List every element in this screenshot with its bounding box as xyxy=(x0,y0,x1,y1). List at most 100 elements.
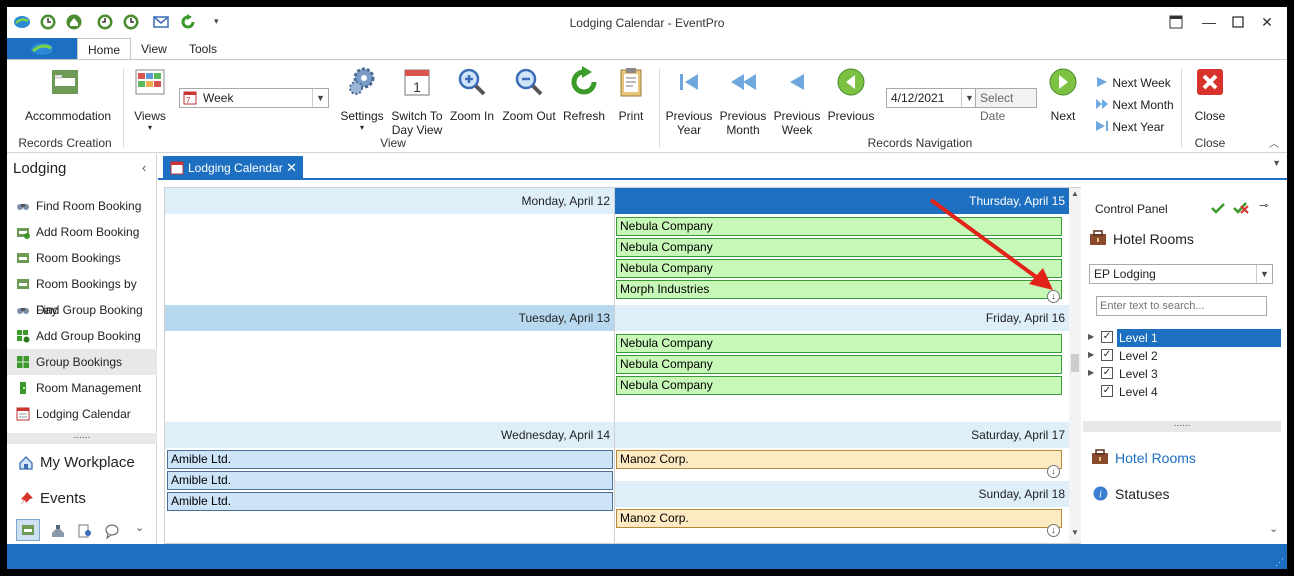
collapse-ribbon-icon[interactable]: ︿ xyxy=(1269,135,1279,150)
day-header-sunday[interactable]: Sunday, April 18 xyxy=(615,481,1069,507)
chevron-down-icon[interactable]: ▼ xyxy=(1256,265,1272,283)
day-header-wednesday[interactable]: Wednesday, April 14 xyxy=(165,422,614,448)
nav-item-add-room-booking[interactable]: Add Room Booking xyxy=(7,219,157,245)
scroll-thumb[interactable] xyxy=(1071,354,1079,372)
appointment-sunday-1[interactable]: Manoz Corp. xyxy=(616,509,1062,528)
nav-item-room-management[interactable]: Room Management xyxy=(7,375,157,401)
tab-view[interactable]: View xyxy=(131,38,177,60)
collapse-nav-icon[interactable]: ‹ xyxy=(142,160,146,175)
pushpin-icon xyxy=(20,492,33,505)
day-header-friday[interactable]: Friday, April 16 xyxy=(615,305,1069,331)
tab-lodging-calendar[interactable]: Lodging Calendar ✕ xyxy=(163,156,303,180)
switch-to-day-view-button[interactable]: 1 Switch To Day View xyxy=(391,66,443,137)
view-type-select[interactable]: 7 Week ▼ xyxy=(179,88,329,108)
close-window-button[interactable]: ✕ xyxy=(1258,13,1276,31)
lodging-select[interactable]: EP Lodging ▼ xyxy=(1089,264,1273,284)
nav-item-label: Find Room Booking xyxy=(36,199,142,213)
print-button[interactable]: Print xyxy=(611,66,651,123)
nav-item-add-group-booking[interactable]: Add Group Booking xyxy=(7,323,157,349)
close-tab-icon[interactable]: ✕ xyxy=(286,156,297,180)
day-header-monday[interactable]: Monday, April 12 xyxy=(165,188,614,214)
resize-grip-icon[interactable]: ⋰ xyxy=(1275,557,1284,568)
previous-week-button[interactable]: Previous Week xyxy=(771,66,823,137)
check-all-icon[interactable] xyxy=(1211,202,1225,214)
more-shortcuts-icon[interactable]: ⌄ xyxy=(135,521,144,534)
date-picker[interactable]: 4/12/2021 ▼ xyxy=(886,88,978,108)
control-panel-splitter[interactable]: ...... xyxy=(1083,419,1281,432)
tab-home[interactable]: Home xyxy=(77,38,132,60)
appointment-friday-2[interactable]: Nebula Company xyxy=(616,355,1062,374)
previous-button[interactable]: Previous xyxy=(825,66,877,123)
next-month-button[interactable]: Next Month xyxy=(1095,98,1174,112)
previous-year-button[interactable]: Previous Year xyxy=(663,66,715,137)
nav-splitter[interactable]: ...... xyxy=(7,431,157,444)
select-date-button[interactable]: Select Date xyxy=(975,88,1037,123)
control-panel-scroll-down-icon[interactable]: ⌄ xyxy=(1269,522,1278,535)
nav-events[interactable]: Events xyxy=(7,484,157,514)
nav-item-find-room-booking[interactable]: Find Room Booking xyxy=(7,193,157,219)
level-1-checkbox[interactable]: ✓ xyxy=(1101,331,1113,343)
level-3-label[interactable]: Level 3 xyxy=(1117,365,1281,383)
nav-item-room-bookings[interactable]: Room Bookings xyxy=(7,245,157,271)
contacts-icon[interactable] xyxy=(77,523,93,539)
appointment-wednesday-3[interactable]: Amible Ltd. xyxy=(167,492,613,511)
appointment-wednesday-1[interactable]: Amible Ltd. xyxy=(167,450,613,469)
appointment-wednesday-2[interactable]: Amible Ltd. xyxy=(167,471,613,490)
settings-button[interactable]: Settings ▾ xyxy=(337,66,387,132)
restore-layout-icon[interactable] xyxy=(1167,13,1185,31)
scroll-down-icon[interactable]: ▼ xyxy=(1069,528,1081,540)
hotel-rooms-link[interactable]: Hotel Rooms xyxy=(1115,450,1196,466)
search-input[interactable] xyxy=(1096,296,1267,316)
level-4-label[interactable]: Level 4 xyxy=(1117,383,1281,401)
venue-icon[interactable] xyxy=(50,523,66,539)
zoom-out-button[interactable]: Zoom Out xyxy=(502,66,556,123)
tab-tools[interactable]: Tools xyxy=(179,38,227,60)
zoom-in-button[interactable]: Zoom In xyxy=(449,66,495,123)
expand-level-2-icon[interactable]: ▶ xyxy=(1088,350,1094,359)
calendar-icon xyxy=(170,161,184,175)
chat-bubble-icon[interactable] xyxy=(104,523,120,539)
level-1-label[interactable]: Level 1 xyxy=(1117,329,1281,347)
group-divider xyxy=(659,68,660,148)
minimize-button[interactable]: — xyxy=(1200,13,1218,31)
nav-item-find-group-booking[interactable]: Find Group Booking xyxy=(7,297,157,323)
previous-month-button[interactable]: Previous Month xyxy=(717,66,769,137)
views-button[interactable]: Views ▾ xyxy=(133,66,167,132)
nav-my-workplace[interactable]: My Workplace xyxy=(7,448,157,478)
appointment-saturday-1[interactable]: Manoz Corp. xyxy=(616,450,1062,469)
next-week-button[interactable]: Next Week xyxy=(1095,76,1171,90)
next-year-button[interactable]: Next Year xyxy=(1095,120,1164,134)
refresh-button[interactable]: Refresh xyxy=(561,66,607,123)
nav-item-group-bookings[interactable]: Group Bookings xyxy=(7,349,157,375)
expand-level-3-icon[interactable]: ▶ xyxy=(1088,368,1094,377)
more-appointments-saturday-icon[interactable]: ↓ xyxy=(1047,465,1060,478)
next-button[interactable]: Next xyxy=(1043,66,1083,123)
more-appointments-sunday-icon[interactable]: ↓ xyxy=(1047,524,1060,537)
maximize-button[interactable] xyxy=(1229,13,1247,31)
level-2-checkbox[interactable]: ✓ xyxy=(1101,349,1113,361)
next-label: Next xyxy=(1050,109,1076,123)
pin-icon[interactable]: ⊸ xyxy=(1259,199,1268,212)
file-tab[interactable] xyxy=(7,38,77,60)
scroll-up-icon[interactable]: ▲ xyxy=(1069,189,1081,201)
appointment-friday-3[interactable]: Nebula Company xyxy=(616,376,1062,395)
close-button[interactable]: Close xyxy=(1189,66,1231,123)
expand-level-1-icon[interactable]: ▶ xyxy=(1088,332,1094,341)
uncheck-all-icon[interactable] xyxy=(1233,201,1249,215)
chevron-down-icon[interactable]: ▼ xyxy=(312,89,328,107)
nav-item-room-bookings-by-day[interactable]: Room Bookings by Day xyxy=(7,271,157,317)
level-2-label[interactable]: Level 2 xyxy=(1117,347,1281,365)
calendar-scrollbar[interactable]: ▲ ▼ xyxy=(1069,188,1081,543)
day-header-saturday[interactable]: Saturday, April 17 xyxy=(615,422,1069,448)
level-3-checkbox[interactable]: ✓ xyxy=(1101,367,1113,379)
records-navigation-group-label: Records Navigation xyxy=(867,136,973,150)
day-header-tuesday[interactable]: Tuesday, April 13 xyxy=(165,305,614,331)
accommodation-button[interactable]: Accommodation xyxy=(25,66,111,123)
tab-list-dropdown-icon[interactable]: ▼ xyxy=(1272,158,1281,168)
lodging-shortcut-button[interactable] xyxy=(16,519,40,541)
svg-text:i: i xyxy=(1099,490,1102,501)
nav-item-lodging-calendar[interactable]: Lodging Calendar xyxy=(7,401,157,427)
level-4-checkbox[interactable]: ✓ xyxy=(1101,385,1113,397)
appointment-friday-1[interactable]: Nebula Company xyxy=(616,334,1062,353)
statuses-link[interactable]: Statuses xyxy=(1115,486,1169,502)
